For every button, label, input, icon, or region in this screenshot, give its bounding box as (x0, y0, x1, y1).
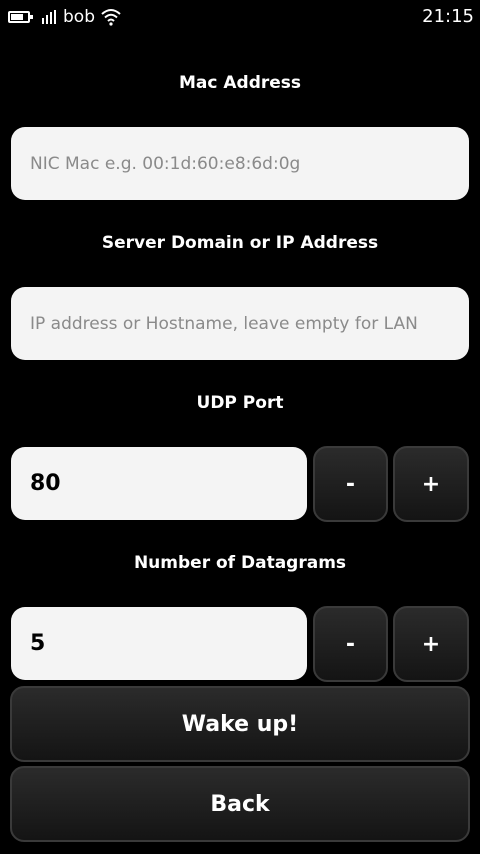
mac-address-label: Mac Address (178, 73, 302, 93)
udp-port-value: 80 (30, 471, 61, 496)
wake-up-button[interactable]: Wake up! (10, 686, 470, 762)
server-placeholder: IP address or Hostname, leave empty for … (30, 313, 418, 334)
status-bar: bob 21:15 (0, 0, 480, 36)
clock: 21:15 (422, 6, 474, 27)
signal-strength-icon (42, 10, 56, 24)
battery-level (11, 14, 23, 20)
status-indicators: bob (8, 6, 121, 28)
datagrams-input[interactable]: 5 (11, 607, 307, 680)
udp-port-decrement-button[interactable]: - (313, 446, 388, 522)
wifi-icon (101, 9, 121, 26)
mac-address-placeholder: NIC Mac e.g. 00:1d:60:e8:6d:0g (30, 153, 301, 174)
datagrams-value: 5 (30, 631, 46, 656)
server-input[interactable]: IP address or Hostname, leave empty for … (11, 287, 469, 360)
udp-port-input[interactable]: 80 (11, 447, 307, 520)
battery-icon (8, 11, 33, 23)
datagrams-label: Number of Datagrams (133, 553, 347, 573)
operator-name: bob (63, 7, 95, 27)
udp-port-label: UDP Port (196, 393, 284, 413)
mac-address-input[interactable]: NIC Mac e.g. 00:1d:60:e8:6d:0g (11, 127, 469, 200)
datagrams-increment-button[interactable]: + (393, 606, 469, 682)
datagrams-decrement-button[interactable]: - (313, 606, 388, 682)
back-button[interactable]: Back (10, 766, 470, 842)
server-label: Server Domain or IP Address (101, 233, 379, 253)
udp-port-increment-button[interactable]: + (393, 446, 469, 522)
